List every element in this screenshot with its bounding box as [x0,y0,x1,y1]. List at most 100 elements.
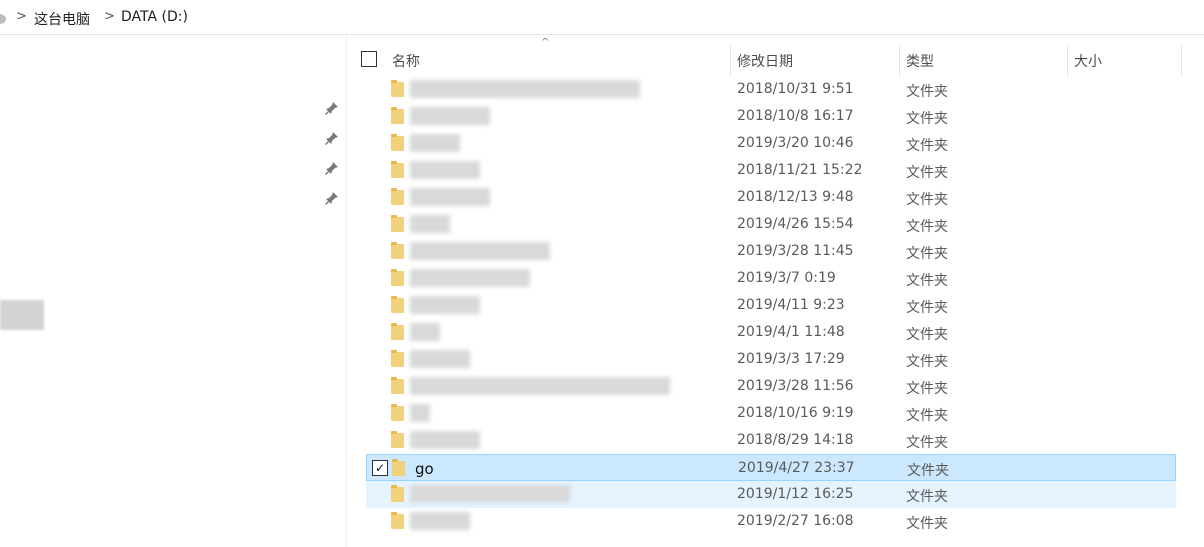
folder-icon [391,296,404,313]
modified-date: 2019/2/27 16:08 [737,513,854,529]
row-checkbox[interactable]: ✓ [372,460,388,476]
modified-date: 2018/10/8 16:17 [737,108,854,124]
folder-icon [391,134,404,151]
file-type: 文件夹 [906,435,948,451]
redacted-file-name [410,269,530,287]
table-row[interactable]: 2019/4/11 9:23 文件夹 [366,292,1176,319]
chevron-right-icon[interactable]: > [104,9,115,24]
folder-icon [391,269,404,286]
redacted-file-name [410,431,480,449]
column-separator[interactable] [730,45,731,77]
address-bar[interactable]: > 这台电脑 > DATA (D:) [0,0,1204,35]
modified-date: 2019/4/11 9:23 [737,297,845,313]
breadcrumb-this-pc[interactable]: 这台电脑 [34,9,90,29]
drive-icon [0,14,6,24]
pin-icon[interactable] [325,191,339,205]
modified-date: 2019/4/27 23:37 [738,460,855,476]
folder-icon [391,512,404,529]
folder-icon [391,377,404,394]
chevron-right-icon[interactable]: > [16,9,27,24]
table-row[interactable]: 2019/3/20 10:46 文件夹 [366,130,1176,157]
redacted-file-name [410,404,430,422]
folder-icon [391,215,404,232]
folder-icon [392,459,405,476]
file-name[interactable]: go [415,460,434,478]
folder-icon [391,485,404,502]
redacted-file-name [410,323,440,341]
modified-date: 2019/4/26 15:54 [737,216,854,232]
file-type: 文件夹 [906,354,948,370]
table-row[interactable]: 2018/10/16 9:19 文件夹 [366,400,1176,427]
modified-date: 2018/11/21 15:22 [737,162,863,178]
redacted-file-name [410,161,480,179]
navigation-pane[interactable] [0,35,346,547]
column-modified[interactable]: 修改日期 [737,51,793,71]
pin-icon[interactable] [325,161,339,175]
table-row[interactable]: 2019/3/28 11:45 文件夹 [366,238,1176,265]
table-row[interactable]: 2019/2/27 16:08 文件夹 [366,508,1176,535]
table-row[interactable]: 2019/3/3 17:29 文件夹 [366,346,1176,373]
file-type: 文件夹 [906,489,948,505]
table-row[interactable]: 2019/1/12 16:25 文件夹 [366,481,1176,508]
column-type[interactable]: 类型 [906,51,934,71]
pane-divider[interactable] [346,35,347,547]
folder-icon [391,323,404,340]
modified-date: 2019/3/3 17:29 [737,351,845,367]
modified-date: 2018/8/29 14:18 [737,432,854,448]
file-type: 文件夹 [906,327,948,343]
folder-icon [391,161,404,178]
redacted-file-name [410,188,490,206]
table-row[interactable]: 2018/8/29 14:18 文件夹 [366,427,1176,454]
table-row[interactable]: 2018/11/21 15:22 文件夹 [366,157,1176,184]
file-type: 文件夹 [906,138,948,154]
table-row[interactable]: 2018/10/8 16:17 文件夹 [366,103,1176,130]
folder-icon [391,242,404,259]
redacted-file-name [410,512,470,530]
file-type: 文件夹 [906,219,948,235]
modified-date: 2019/1/12 16:25 [737,486,854,502]
breadcrumb-data-drive[interactable]: DATA (D:) [121,9,188,25]
folder-icon [391,431,404,448]
file-type: 文件夹 [906,516,948,532]
modified-date: 2019/3/7 0:19 [737,270,836,286]
column-separator[interactable] [1181,45,1182,77]
redacted-file-name [410,107,490,125]
modified-date: 2018/10/16 9:19 [737,405,854,421]
table-row[interactable]: 2019/4/26 15:54 文件夹 [366,211,1176,238]
table-row[interactable]: 2019/4/1 11:48 文件夹 [366,319,1176,346]
file-type: 文件夹 [906,246,948,262]
folder-icon [391,107,404,124]
file-type: 文件夹 [906,381,948,397]
pin-icon[interactable] [325,101,339,115]
file-type: 文件夹 [906,273,948,289]
column-separator[interactable] [899,45,900,77]
pin-icon[interactable] [325,131,339,145]
table-row[interactable]: ✓ go 2019/4/27 23:37 文件夹 [366,454,1176,481]
file-type: 文件夹 [906,165,948,181]
redacted-file-name [410,296,480,314]
column-separator[interactable] [1067,45,1068,77]
sort-ascending-icon: ^ [541,37,550,48]
file-type: 文件夹 [906,408,948,424]
redacted-file-name [410,242,550,260]
column-size[interactable]: 大小 [1074,51,1102,71]
column-name[interactable]: 名称 [392,51,420,71]
modified-date: 2018/12/13 9:48 [737,189,854,205]
modified-date: 2019/3/28 11:56 [737,378,854,394]
file-type: 文件夹 [906,192,948,208]
redacted-file-name [410,485,570,503]
table-row[interactable]: 2018/12/13 9:48 文件夹 [366,184,1176,211]
table-row[interactable]: 2019/3/7 0:19 文件夹 [366,265,1176,292]
modified-date: 2019/3/28 11:45 [737,243,854,259]
redacted-nav-item [0,300,44,330]
modified-date: 2018/10/31 9:51 [737,81,854,97]
redacted-file-name [410,134,460,152]
file-type: 文件夹 [907,463,949,479]
redacted-file-name [410,350,470,368]
folder-icon [391,404,404,421]
modified-date: 2019/4/1 11:48 [737,324,845,340]
table-row[interactable]: 2018/10/31 9:51 文件夹 [366,76,1176,103]
file-type: 文件夹 [906,300,948,316]
table-row[interactable]: 2019/3/28 11:56 文件夹 [366,373,1176,400]
folder-icon [391,80,404,97]
